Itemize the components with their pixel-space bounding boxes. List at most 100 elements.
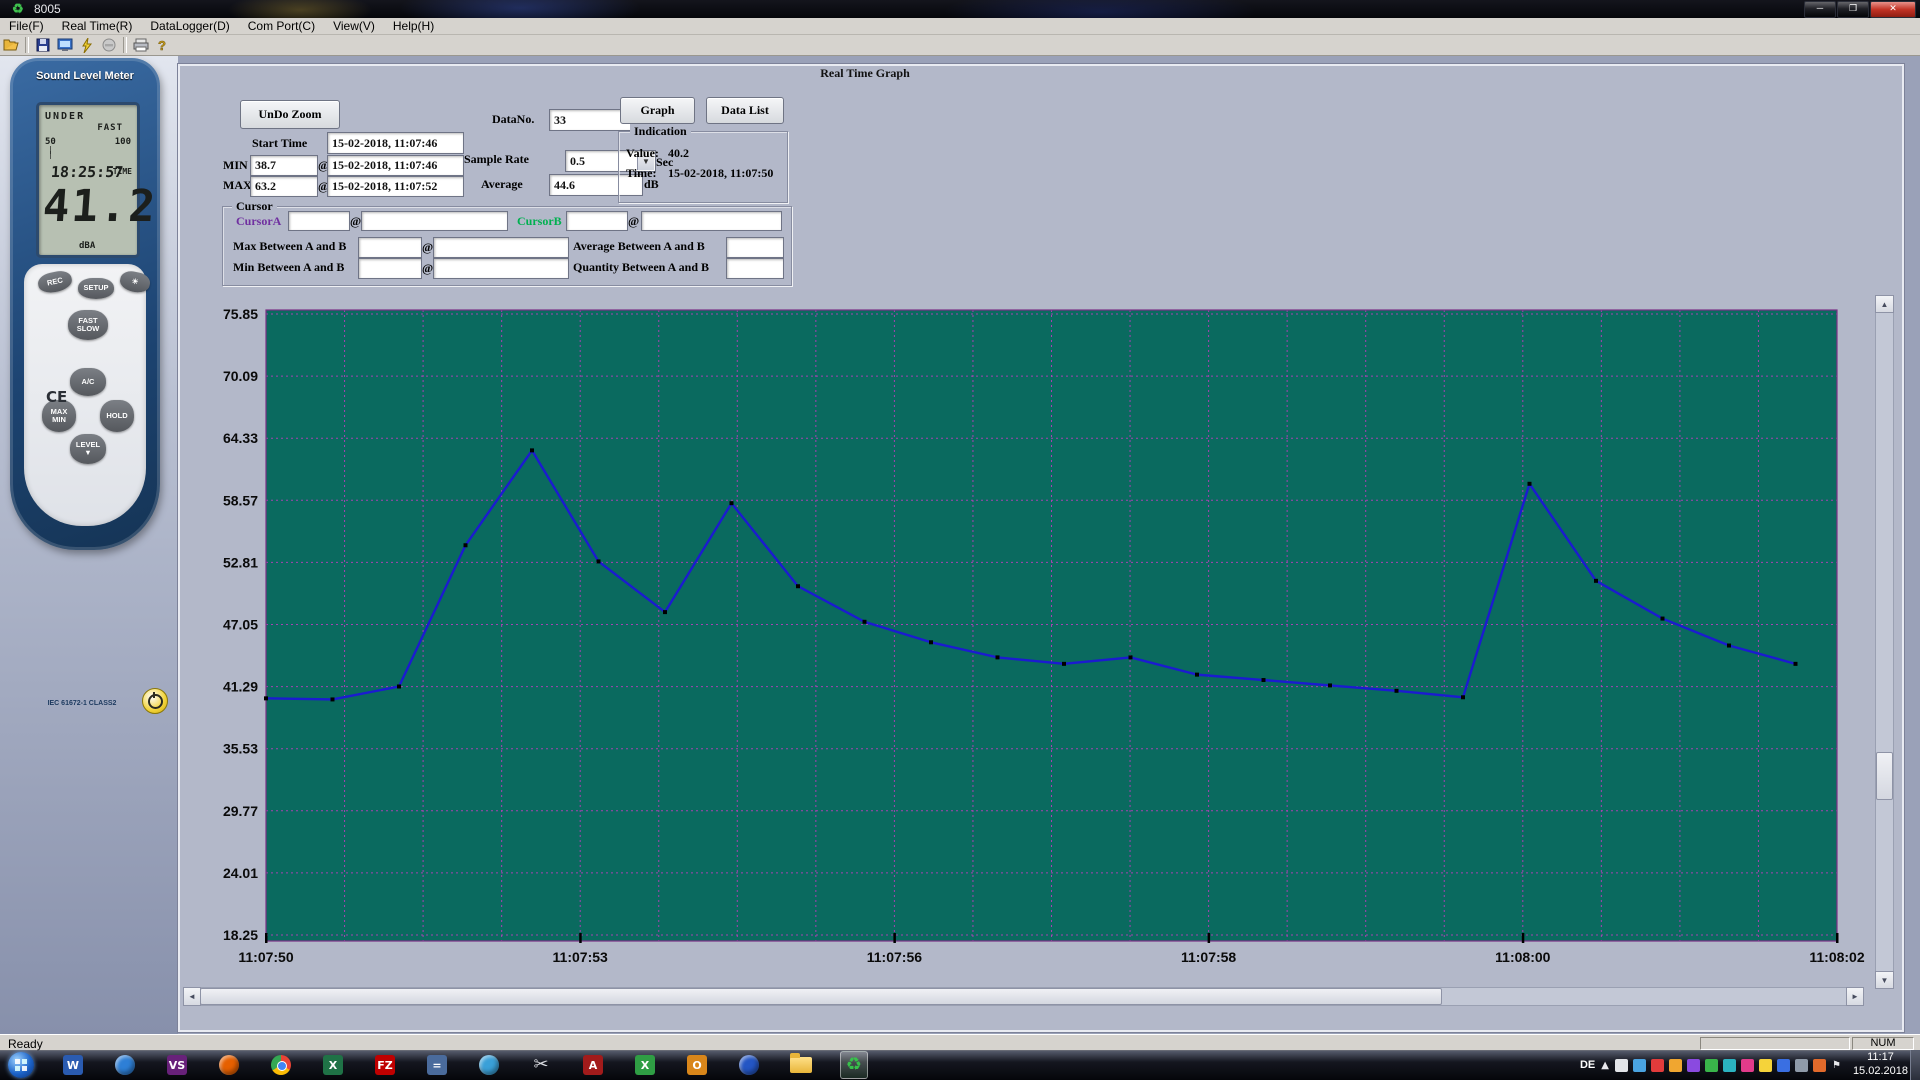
taskbar-word-icon[interactable]: W [60, 1052, 86, 1078]
tray-icon[interactable] [1812, 1058, 1826, 1072]
average-label: Average [481, 177, 523, 191]
indication-time: 15-02-2018, 11:07:50 [668, 166, 774, 180]
taskbar-filezilla-icon[interactable]: FZ [372, 1052, 398, 1078]
cursor-a-time-field[interactable] [361, 211, 508, 231]
taskbar-clock[interactable]: 11:17 15.02.2018 [1853, 1051, 1908, 1079]
taskbar-adobe-reader-icon[interactable]: A [580, 1052, 606, 1078]
taskbar-outlook-icon[interactable]: O [684, 1052, 710, 1078]
sample-rate-label: Sample Rate [464, 152, 529, 166]
start-time-field[interactable]: 15-02-2018, 11:07:46 [327, 132, 464, 154]
min-time-field[interactable]: 15-02-2018, 11:07:46 [327, 155, 464, 176]
sample-rate-value: 0.5 [570, 153, 585, 168]
tray-icon[interactable] [1614, 1058, 1628, 1072]
data-point [596, 559, 601, 564]
clock-time: 11:17 [1867, 1051, 1894, 1064]
y-axis-tick-label: 29.77 [223, 803, 258, 819]
status-bar: Ready NUM [0, 1034, 1920, 1051]
data-list-button[interactable]: Data List [706, 97, 784, 124]
tray-icon[interactable] [1722, 1058, 1736, 1072]
data-point [1727, 643, 1731, 648]
tray-icon[interactable] [1776, 1058, 1790, 1072]
tray-icon[interactable] [1668, 1058, 1682, 1072]
tray-icon[interactable] [1740, 1058, 1754, 1072]
scroll-up-button[interactable]: ▲ [1875, 295, 1894, 313]
taskbar-xshell-icon[interactable]: X [632, 1052, 658, 1078]
min-label: MIN [223, 158, 248, 172]
hidden-icons-chevron[interactable]: ▲ [1601, 1060, 1609, 1071]
max-between-value-field[interactable] [358, 237, 422, 258]
x-axis-tick [1836, 933, 1839, 943]
taskbar-media-player-icon[interactable] [112, 1052, 138, 1078]
taskbar-visual-studio-icon[interactable]: VS [164, 1052, 190, 1078]
datano-label: DataNo. [492, 112, 535, 126]
y-axis-tick-label: 64.33 [223, 430, 258, 446]
taskbar: W VS X FZ = ✂ A X O ♻ DE ▲ ⚑ 11:17 15.02.2018 [0, 1050, 1920, 1080]
tray-icon[interactable] [1632, 1058, 1646, 1072]
tray-icon[interactable] [1794, 1058, 1808, 1072]
taskbar-messenger-icon[interactable] [736, 1052, 762, 1078]
data-point [1660, 616, 1665, 621]
min-value-field[interactable]: 38.7 [250, 155, 318, 176]
min-between-time-field[interactable] [433, 258, 569, 279]
quantity-between-label: Quantity Between A and B [573, 260, 710, 274]
cursor-caption: Cursor [232, 199, 277, 214]
tray-icon[interactable] [1650, 1058, 1664, 1072]
status-panel [1700, 1037, 1850, 1050]
max-value-field[interactable]: 63.2 [250, 176, 318, 197]
x-axis-tick-label: 11:07:58 [1181, 949, 1236, 965]
scroll-left-button[interactable]: ◄ [183, 987, 201, 1006]
notification-flag-icon[interactable]: ⚑ [1832, 1060, 1841, 1071]
graph-button[interactable]: Graph [620, 97, 695, 124]
taskbar-folder-icon[interactable] [788, 1052, 814, 1078]
taskbar-firefox-icon[interactable] [216, 1052, 242, 1078]
vertical-scrollbar[interactable] [1875, 295, 1894, 989]
x-axis-tick [579, 933, 582, 943]
max-between-time-field[interactable] [433, 237, 569, 258]
cursor-b-label: CursorB [517, 214, 562, 228]
vertical-scrollbar-thumb[interactable] [1876, 752, 1893, 800]
taskbar-snipping-tool-icon[interactable]: ✂ [528, 1052, 554, 1078]
indication-value: 40.2 [668, 146, 689, 160]
average-between-field[interactable] [726, 237, 784, 258]
data-point [995, 655, 1000, 660]
cursor-b-time-field[interactable] [641, 211, 782, 231]
tray-icon[interactable] [1758, 1058, 1772, 1072]
cursor-a-value-field[interactable] [288, 211, 350, 231]
language-indicator[interactable]: DE [1580, 1059, 1595, 1071]
data-point [1461, 695, 1465, 700]
x-axis-tick-label: 11:07:50 [238, 949, 293, 965]
max-time-field[interactable]: 15-02-2018, 11:07:52 [327, 176, 464, 197]
at-symbol: @ [628, 214, 640, 228]
data-point [1394, 688, 1399, 693]
taskbar-movie-maker-icon[interactable] [476, 1052, 502, 1078]
x-axis-tick [265, 933, 268, 943]
data-point [663, 610, 667, 615]
x-axis-tick [1521, 933, 1525, 943]
start-button[interactable] [8, 1052, 34, 1078]
show-desktop-button[interactable] [1910, 1050, 1920, 1080]
min-between-value-field[interactable] [358, 258, 422, 279]
tray-icon[interactable] [1686, 1058, 1700, 1072]
taskbar-app-8005-icon[interactable]: ♻ [840, 1051, 868, 1079]
data-point [862, 619, 867, 624]
data-point [264, 696, 268, 701]
tray-icon[interactable] [1704, 1058, 1718, 1072]
cursor-a-label: CursorA [236, 214, 282, 228]
taskbar-excel-icon[interactable]: X [320, 1052, 346, 1078]
horizontal-scrollbar-thumb[interactable] [200, 988, 1442, 1005]
at-symbol: @ [422, 261, 434, 275]
max-between-label: Max Between A and B [233, 239, 347, 253]
max-label: MAX [223, 178, 252, 192]
application-window: { "win": {"title": "8005"}, "menu": {"it… [0, 0, 1920, 1080]
quantity-between-field[interactable] [726, 258, 784, 279]
x-axis-tick [893, 933, 896, 943]
status-text: Ready [8, 1037, 43, 1051]
y-axis-tick-label: 41.29 [223, 679, 258, 695]
taskbar-chrome-icon[interactable] [268, 1052, 294, 1078]
scroll-right-button[interactable]: ► [1846, 987, 1864, 1006]
taskbar-calculator-icon[interactable]: = [424, 1052, 450, 1078]
scroll-down-button[interactable]: ▼ [1875, 971, 1894, 989]
undo-zoom-button[interactable]: UnDo Zoom [240, 100, 340, 129]
cursor-b-value-field[interactable] [566, 211, 628, 231]
data-point [1793, 661, 1798, 666]
